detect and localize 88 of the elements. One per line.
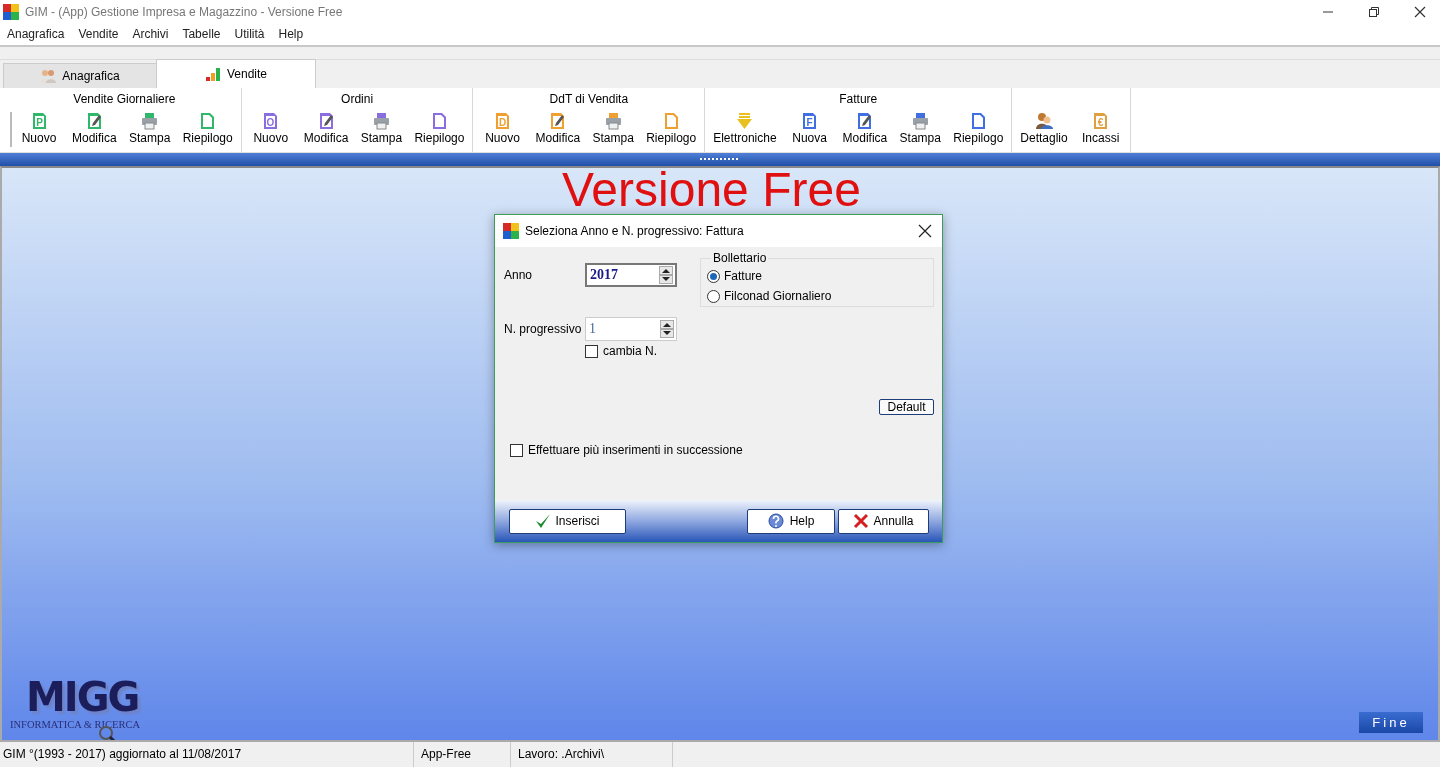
printer-icon (911, 112, 929, 130)
checkbox[interactable] (585, 344, 598, 358)
menu-item[interactable]: Help (278, 27, 304, 41)
tab[interactable]: Anagrafica (3, 63, 157, 88)
toolbar-button[interactable]: Modifica (836, 112, 894, 147)
document-icon: P (30, 112, 48, 130)
menu-item[interactable]: Vendite (78, 27, 119, 41)
help-button[interactable]: Help (747, 508, 835, 534)
toolbar-button[interactable]: Modifica (529, 112, 587, 147)
document-icon: O (262, 112, 280, 130)
toolbar-button[interactable]: Riepilogo (408, 112, 471, 147)
edit-document-icon (317, 112, 335, 130)
group-title: Bollettario (711, 251, 769, 265)
toolbar-button[interactable]: Dettaglio (1014, 112, 1074, 147)
toolbar-button[interactable]: Riepilogo (176, 112, 239, 147)
toolbar-button[interactable]: O Nuovo (243, 112, 298, 147)
page-icon (969, 112, 987, 130)
status-text: Lavoro: .Archivi\ (511, 742, 673, 767)
checkbox-label: Effettuare più inserimenti in successione (528, 443, 743, 457)
toolbar-button[interactable]: Stampa (354, 112, 409, 147)
watermark-text: Versione Free (562, 168, 861, 212)
edit-document-icon (856, 112, 874, 130)
menu-item[interactable]: Utilità (234, 27, 265, 41)
toolbar-button[interactable]: Elettroniche (707, 112, 783, 147)
spinner-arrows-icon (660, 320, 674, 338)
toolbar-button[interactable]: Stampa (586, 112, 641, 147)
group-title: Fatture (838, 91, 879, 108)
radio-button[interactable] (707, 269, 720, 283)
app-logo-icon (503, 223, 519, 239)
grip-icon (700, 158, 740, 161)
status-text: GIM °(1993 - 2017) aggiornato al 11/08/2017 (0, 742, 414, 767)
edit-document-icon (85, 112, 103, 130)
toolbar-button[interactable]: Modifica (297, 112, 355, 147)
cross-icon (853, 513, 870, 529)
radio-label: Fatture (724, 269, 762, 283)
download-arrow-icon (736, 112, 754, 130)
toolbar-button[interactable]: Modifica (66, 112, 123, 147)
checkbox-label: cambia N. (603, 344, 658, 358)
cancel-button[interactable]: Annulla (838, 508, 929, 534)
logo-caption: INFORMATICA & RICERCA (10, 719, 142, 730)
number-spinner[interactable]: 2017 (585, 263, 677, 287)
page-icon (430, 112, 448, 130)
close-icon[interactable] (1414, 5, 1426, 18)
ok-button[interactable]: Inserisci (509, 508, 626, 534)
toolbar-button[interactable]: D Nuovo (475, 112, 530, 147)
people-icon (40, 69, 57, 83)
status-text: App-Free (414, 742, 511, 767)
toolbar-button[interactable]: P Nuovo (12, 112, 66, 147)
bar-chart-icon (204, 67, 221, 81)
dialog-title: Seleziona Anno e N. progressivo: Fattura (525, 224, 745, 238)
toolbar-button[interactable]: Riepilogo (640, 112, 703, 147)
menu-item[interactable]: Anagrafica (7, 27, 65, 41)
menu-item[interactable]: Archivi (132, 27, 169, 41)
group-title: DdT di Vendita (548, 91, 630, 108)
app-logo-icon (3, 3, 19, 20)
group-title: Vendite Giornaliere (72, 91, 177, 108)
document-icon: € (1092, 112, 1110, 130)
printer-icon (372, 112, 390, 130)
edit-document-icon (549, 112, 567, 130)
default-button[interactable]: Default (879, 399, 934, 415)
toolbar-button[interactable]: Riepilogo (947, 112, 1010, 147)
close-icon[interactable] (918, 224, 932, 238)
spinner-arrows-icon (659, 266, 673, 284)
document-icon: F (801, 112, 819, 130)
menu-item[interactable]: Tabelle (182, 27, 221, 41)
printer-icon (141, 112, 159, 130)
number-spinner[interactable]: 1 (585, 317, 677, 341)
logo-text: MIGG (26, 677, 140, 717)
checkbox[interactable] (510, 443, 523, 457)
tab[interactable]: Vendite (156, 59, 316, 88)
restore-icon[interactable] (1368, 5, 1380, 18)
toolbar-button[interactable]: Stampa (893, 112, 948, 147)
document-icon: D (493, 112, 511, 130)
fine-button[interactable]: Fine (1359, 712, 1423, 733)
printer-icon (604, 112, 622, 130)
radio-button[interactable] (707, 289, 720, 303)
toolbar-button[interactable]: € Incassi (1073, 112, 1128, 147)
people-icon (1035, 112, 1053, 130)
toolbar-button[interactable]: F Nuova (782, 112, 837, 147)
field-label: Anno (504, 268, 534, 282)
page-icon (662, 112, 680, 130)
page-icon (199, 112, 217, 130)
help-icon (767, 513, 786, 529)
radio-label: Filconad Giornaliero (724, 289, 832, 303)
window-title: GIM - (App) Gestione Impresa e Magazzino - Versione Free (25, 4, 344, 19)
toolbar-button[interactable]: Stampa (122, 112, 177, 147)
field-label: N. progressivo (504, 322, 583, 336)
group-title: Ordini (340, 91, 375, 108)
